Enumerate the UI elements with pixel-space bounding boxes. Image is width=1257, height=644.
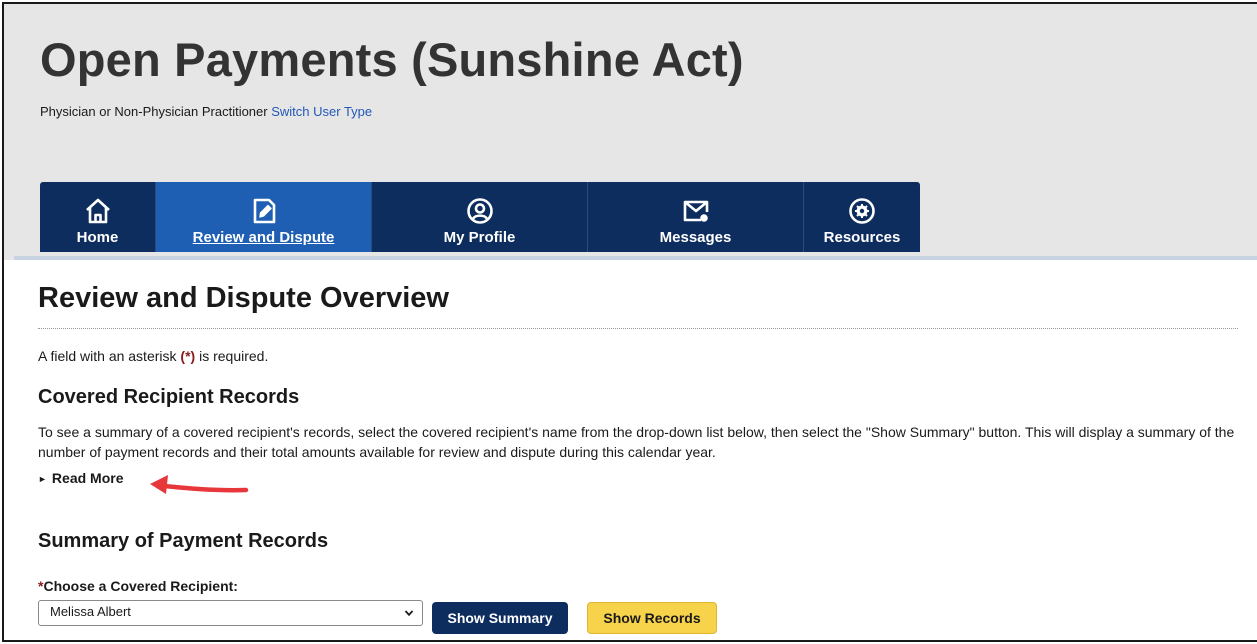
- expand-triangle-icon: ►: [38, 474, 47, 484]
- covered-recipient-description: To see a summary of a covered recipient'…: [38, 424, 1235, 460]
- show-records-button[interactable]: Show Records: [587, 602, 717, 634]
- choose-recipient-label-text: Choose a Covered Recipient:: [43, 578, 238, 594]
- tab-home[interactable]: Home: [40, 182, 156, 252]
- user-circle-icon: [466, 198, 493, 224]
- summary-of-payment-records-heading: Summary of Payment Records: [38, 530, 329, 552]
- chevron-down-icon: [404, 610, 414, 617]
- required-asterisk: (*): [180, 348, 196, 364]
- gear-circle-icon: [849, 198, 875, 224]
- envelope-icon: [683, 200, 708, 222]
- selected-recipient: Melissa Albert: [50, 604, 131, 619]
- choose-recipient-label: *Choose a Covered Recipient:: [38, 578, 238, 594]
- home-icon: [85, 198, 110, 224]
- required-field-note: A field with an asterisk (*) is required…: [38, 348, 268, 364]
- user-type-text: Physician or Non-Physician Practitioner: [40, 104, 268, 119]
- tab-home-label: Home: [76, 229, 119, 246]
- covered-recipient-select[interactable]: Melissa Albert: [38, 600, 423, 626]
- tab-my-profile[interactable]: My Profile: [372, 182, 588, 252]
- user-type-line: Physician or Non-Physician Practitioner …: [40, 104, 372, 119]
- site-title: Open Payments (Sunshine Act): [40, 33, 744, 86]
- tab-review-and-dispute-label: Review and Dispute: [192, 229, 335, 246]
- tab-messages-label: Messages: [659, 229, 732, 246]
- page-title: Review and Dispute Overview: [38, 282, 449, 314]
- read-more-toggle[interactable]: ► Read More: [38, 470, 124, 486]
- tab-my-profile-label: My Profile: [443, 229, 516, 246]
- switch-user-type-link[interactable]: Switch User Type: [271, 104, 372, 119]
- covered-recipient-records-heading: Covered Recipient Records: [38, 386, 300, 408]
- required-note-suffix: is required.: [199, 348, 269, 364]
- content-divider: [14, 256, 1257, 260]
- tab-messages[interactable]: Messages: [588, 182, 804, 252]
- show-summary-button[interactable]: Show Summary: [432, 602, 568, 634]
- tab-review-and-dispute[interactable]: Review and Dispute: [156, 182, 372, 252]
- edit-document-icon: [253, 198, 275, 224]
- site-header: Open Payments (Sunshine Act) Physician o…: [4, 4, 1257, 260]
- required-note-text: A field with an asterisk: [38, 348, 177, 364]
- annotation-arrow-icon: [150, 475, 249, 494]
- read-more-label: Read More: [51, 470, 124, 486]
- tab-resources[interactable]: Resources: [804, 182, 920, 252]
- title-divider: [38, 328, 1238, 329]
- main-nav: Home Review and Dispute My Profile Messa…: [40, 182, 920, 252]
- page-frame: Open Payments (Sunshine Act) Physician o…: [2, 2, 1257, 642]
- tab-resources-label: Resources: [823, 229, 901, 246]
